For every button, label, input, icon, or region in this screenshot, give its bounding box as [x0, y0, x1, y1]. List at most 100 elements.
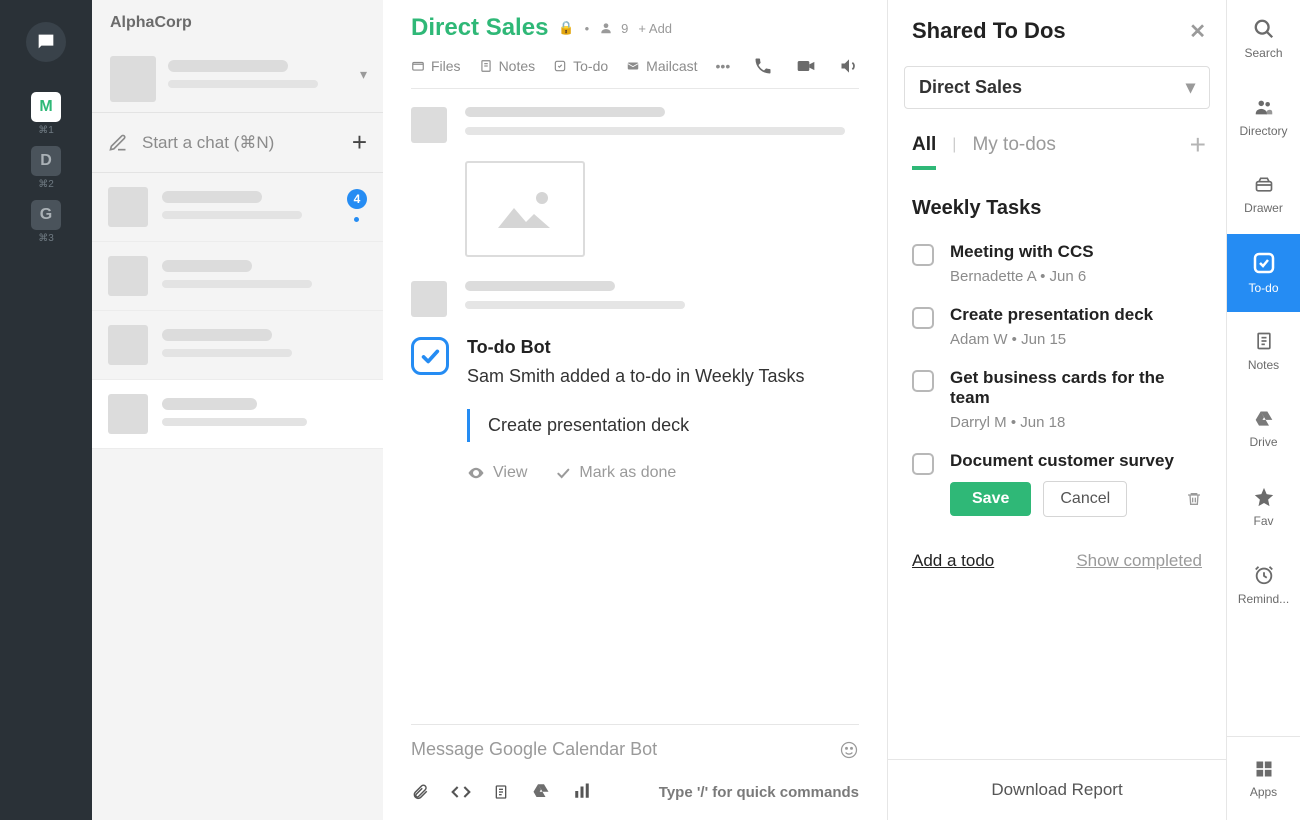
channel-meta: • — [585, 21, 590, 36]
chevron-down-icon: ▾ — [1186, 77, 1195, 98]
chat-item[interactable]: 4 — [92, 173, 383, 242]
todo-meta: Adam W • Jun 15 — [950, 331, 1153, 348]
org-name: AlphaCorp — [110, 14, 365, 32]
trash-icon[interactable] — [1186, 490, 1202, 508]
view-action[interactable]: View — [467, 464, 527, 482]
chat-item[interactable] — [92, 311, 383, 380]
compose-area: Message Google Calendar Bot Type '/' for… — [411, 724, 859, 820]
sidebar-profile[interactable]: ▾ — [92, 42, 383, 112]
emoji-icon[interactable] — [839, 740, 859, 760]
app-logo-icon — [26, 22, 66, 62]
todo-filter-tabs: All | My to-dos + — [888, 109, 1226, 175]
right-rail-directory[interactable]: Directory — [1227, 78, 1300, 156]
todo-item[interactable]: Get business cards for the team Darryl M… — [888, 358, 1226, 441]
todo-icon — [1252, 251, 1276, 275]
right-rail-search[interactable]: Search — [1227, 0, 1300, 78]
todo-check-icon — [411, 337, 449, 375]
todo-title: Document customer survey — [950, 451, 1202, 471]
download-report-button[interactable]: Download Report — [888, 759, 1226, 820]
avatar — [108, 394, 148, 434]
plus-icon[interactable]: + — [352, 127, 367, 158]
workspace-d[interactable]: D ⌘2 — [31, 146, 61, 190]
right-rail-drive[interactable]: Drive — [1227, 390, 1300, 468]
attach-icon[interactable] — [411, 782, 429, 802]
filter-separator: | — [952, 136, 956, 168]
todo-quote: Create presentation deck — [467, 409, 859, 442]
file-icon[interactable] — [493, 782, 509, 802]
checkbox[interactable] — [912, 453, 934, 475]
show-completed-link[interactable]: Show completed — [1076, 551, 1202, 571]
add-todo-icon[interactable]: + — [1190, 129, 1206, 175]
chat-item-active[interactable] — [92, 380, 383, 449]
call-icon[interactable] — [753, 56, 773, 76]
members-icon: 9 — [599, 21, 628, 36]
right-rail-todo[interactable]: To-do — [1227, 234, 1300, 312]
drive-icon[interactable] — [531, 782, 551, 802]
start-chat-label: Start a chat (⌘N) — [108, 133, 274, 153]
right-rail-reminders[interactable]: Remind... — [1227, 546, 1300, 624]
mark-done-action[interactable]: Mark as done — [555, 464, 676, 482]
todo-bot-title: To-do Bot — [467, 337, 859, 358]
todo-item-editing[interactable]: Document customer survey Save Cancel — [888, 441, 1226, 527]
todo-item[interactable]: Create presentation deck Adam W • Jun 15 — [888, 295, 1226, 358]
compose-hint: Type '/' for quick commands — [659, 784, 859, 801]
channel-header: Direct Sales 🔒 • 9 + Add Files — [383, 0, 887, 89]
search-icon — [1253, 18, 1275, 40]
chat-item[interactable] — [92, 242, 383, 311]
cancel-button[interactable]: Cancel — [1043, 481, 1127, 517]
message-skeleton — [411, 281, 859, 317]
tab-todo[interactable]: To-do — [553, 58, 608, 74]
workspace-m[interactable]: M ⌘1 — [31, 92, 61, 136]
workspace-g[interactable]: G ⌘3 — [31, 200, 61, 244]
right-rail-apps[interactable]: Apps — [1227, 736, 1300, 820]
todo-bot-description: Sam Smith added a to-do in Weekly Tasks — [467, 362, 859, 391]
checkbox[interactable] — [912, 244, 934, 266]
workspace-shortcut: ⌘2 — [38, 179, 54, 190]
tab-mailcast[interactable]: Mailcast — [626, 58, 697, 74]
apps-icon — [1254, 759, 1274, 779]
main-column: Direct Sales 🔒 • 9 + Add Files — [383, 0, 888, 820]
add-members-link[interactable]: + Add — [638, 21, 672, 36]
right-rail: Search Directory Drawer To-do Notes Driv… — [1226, 0, 1300, 820]
workspace-shortcut: ⌘3 — [38, 233, 54, 244]
filter-my-tab[interactable]: My to-dos — [972, 134, 1055, 170]
compose-placeholder[interactable]: Message Google Calendar Bot — [411, 739, 657, 760]
right-rail-notes[interactable]: Notes — [1227, 312, 1300, 390]
video-icon[interactable] — [795, 56, 817, 76]
checkbox[interactable] — [912, 307, 934, 329]
tab-files[interactable]: Files — [411, 58, 461, 74]
todo-meta: Darryl M • Jun 18 — [950, 414, 1202, 431]
image-placeholder — [465, 161, 585, 257]
tab-notes[interactable]: Notes — [479, 58, 536, 74]
chevron-down-icon[interactable]: ▾ — [360, 66, 367, 83]
start-chat-text: Start a chat (⌘N) — [142, 133, 274, 153]
todo-bot-message: To-do Bot Sam Smith added a to-do in Wee… — [411, 337, 859, 502]
channel-select[interactable]: Direct Sales ▾ — [904, 66, 1210, 109]
chat-list: 4 — [92, 173, 383, 820]
channel-title: Direct Sales — [411, 14, 548, 42]
checkbox[interactable] — [912, 370, 934, 392]
start-chat-row[interactable]: Start a chat (⌘N) + — [92, 112, 383, 173]
todo-item[interactable]: Meeting with CCS Bernadette A • Jun 6 — [888, 232, 1226, 295]
close-icon[interactable]: ✕ — [1189, 19, 1206, 44]
drawer-icon — [1253, 175, 1275, 195]
todo-title: Create presentation deck — [950, 305, 1153, 325]
more-icon[interactable]: ••• — [716, 58, 731, 74]
filter-all-tab[interactable]: All — [912, 134, 936, 170]
add-todo-link[interactable]: Add a todo — [912, 551, 994, 571]
unread-badge: 4 — [347, 189, 367, 209]
sidebar: AlphaCorp ▾ Start a chat (⌘N) + 4 — [92, 0, 383, 820]
save-button[interactable]: Save — [950, 482, 1031, 516]
members-count: 9 — [621, 21, 628, 36]
poll-icon[interactable] — [573, 782, 591, 802]
workspace-shortcut: ⌘1 — [38, 125, 54, 136]
star-icon — [1253, 486, 1275, 508]
code-icon[interactable] — [451, 782, 471, 802]
avatar — [108, 256, 148, 296]
right-rail-fav[interactable]: Fav — [1227, 468, 1300, 546]
message-list: To-do Bot Sam Smith added a to-do in Wee… — [383, 89, 887, 724]
clock-icon — [1253, 564, 1275, 586]
panel-title: Shared To Dos — [912, 18, 1066, 44]
volume-icon[interactable] — [839, 56, 859, 76]
right-rail-drawer[interactable]: Drawer — [1227, 156, 1300, 234]
